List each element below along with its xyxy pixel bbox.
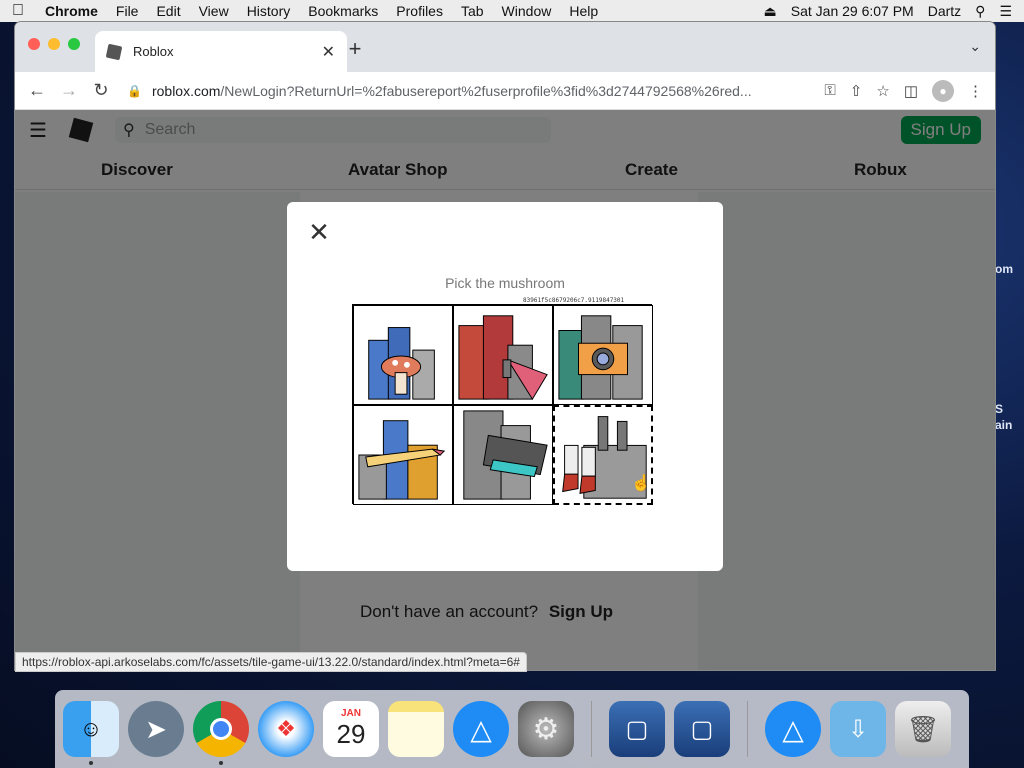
virtualbox-vm-icon[interactable]: ▢ [674, 701, 730, 757]
menu-profiles[interactable]: Profiles [387, 3, 452, 19]
menu-bookmarks[interactable]: Bookmarks [299, 3, 387, 19]
eject-icon[interactable]: ⏏ [764, 3, 777, 20]
safari-icon[interactable]: ❖ [258, 701, 314, 757]
running-indicator [219, 761, 223, 765]
downloads-folder-icon[interactable]: ⇩ [830, 701, 886, 757]
captcha-prompt: Pick the mushroom [445, 275, 565, 291]
app-store-icon[interactable]: △ [453, 701, 509, 757]
menu-window[interactable]: Window [493, 3, 561, 19]
menu-bar:  Chrome File Edit View History Bookmark… [0, 0, 1024, 22]
virtualbox-icon[interactable]: ▢ [609, 701, 665, 757]
keyboard-buildings-image [463, 410, 548, 500]
menu-tab[interactable]: Tab [452, 3, 493, 19]
captcha-tile-keyboard[interactable] [453, 405, 553, 505]
captcha-tile-grid: ☝ [352, 304, 653, 505]
menu-help[interactable]: Help [560, 3, 607, 19]
menu-datetime[interactable]: Sat Jan 29 6:07 PM [791, 3, 914, 19]
chrome-icon[interactable] [193, 701, 249, 765]
desktop-text: S [995, 402, 1004, 416]
menu-app-name[interactable]: Chrome [36, 3, 107, 19]
dock-separator [591, 701, 592, 757]
control-center-icon[interactable]: ☰ [999, 3, 1012, 20]
close-icon[interactable]: ✕ [307, 219, 331, 245]
system-preferences-icon[interactable]: ⚙ [518, 701, 574, 757]
menu-edit[interactable]: Edit [147, 3, 189, 19]
calendar-icon[interactable]: JAN 29 [323, 701, 379, 757]
dock: ☺ ➤ ❖ JAN 29 △ ⚙ ▢ ▢ △ ⇩ 🗑 [55, 690, 969, 768]
page-viewport: ☰ ⚲ Search Sign Up Discover Avatar Shop … [15, 22, 995, 670]
app-store-download-icon[interactable]: △ [765, 701, 821, 757]
captcha-tile-socks-selected[interactable]: ☝ [553, 405, 653, 505]
captcha-tile-umbrella[interactable] [453, 305, 553, 405]
pencil-buildings-image [358, 420, 446, 500]
captcha-tile-pencil[interactable] [353, 405, 453, 505]
desktop-text: om [995, 262, 1013, 276]
captcha-session-id: 83961f5c8679206c7.9119847301 [523, 297, 625, 304]
launchpad-icon[interactable]: ➤ [128, 701, 184, 757]
spotlight-icon[interactable]: ⚲ [975, 3, 985, 20]
hand-cursor-icon: ☝ [631, 475, 651, 492]
captcha-tile-mushroom[interactable] [353, 305, 453, 405]
captcha-tile-camera[interactable] [553, 305, 653, 405]
desktop-text: ain [995, 418, 1013, 432]
camera-buildings-image [558, 315, 643, 400]
calendar-month: JAN [340, 708, 361, 719]
captcha-modal: ✕ Pick the mushroom 83961f5c8679206c7.91… [287, 202, 723, 571]
menu-user[interactable]: Dartz [928, 3, 961, 19]
menu-history[interactable]: History [238, 3, 300, 19]
menu-view[interactable]: View [190, 3, 238, 19]
finder-icon[interactable]: ☺ [63, 701, 119, 765]
mushroom-buildings-image [368, 327, 435, 400]
apple-icon[interactable]:  [0, 2, 36, 20]
umbrella-buildings-image [458, 315, 548, 401]
trash-icon[interactable]: 🗑 [895, 701, 951, 757]
calendar-day: 29 [336, 719, 366, 749]
running-indicator [89, 761, 93, 765]
notes-icon[interactable] [388, 701, 444, 757]
menu-file[interactable]: File [107, 3, 148, 19]
dock-separator [747, 701, 748, 757]
status-bar-url: https://roblox-api.arkoselabs.com/fc/ass… [15, 652, 527, 672]
